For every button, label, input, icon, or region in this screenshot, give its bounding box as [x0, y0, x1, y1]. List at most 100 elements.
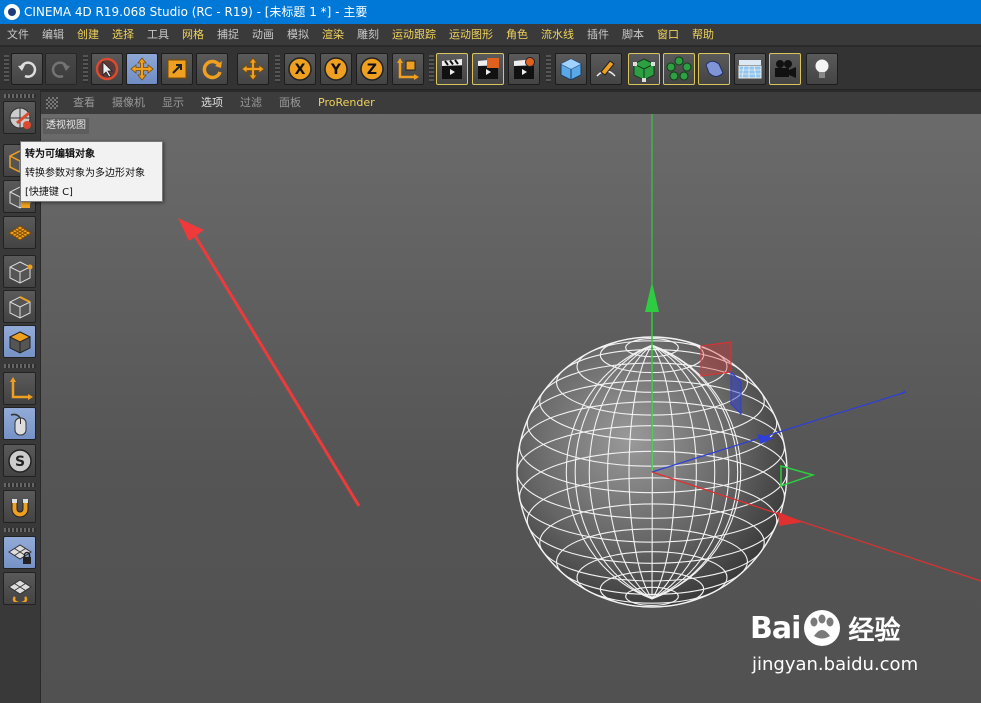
- rotate-tool-button[interactable]: [196, 53, 228, 85]
- planar-workplane-button[interactable]: [3, 572, 36, 605]
- menu-item[interactable]: 运动图形: [442, 24, 499, 46]
- world-coordinate-icon: [397, 58, 419, 80]
- title-bar: CINEMA 4D R19.068 Studio (RC - R19) - [未…: [0, 0, 981, 24]
- menu-item[interactable]: 工具: [140, 24, 175, 46]
- menu-item[interactable]: 窗口: [650, 24, 685, 46]
- render-view-button[interactable]: [436, 53, 468, 85]
- viewport-menu-item[interactable]: 选项: [192, 92, 231, 114]
- points-cube-icon: [9, 260, 32, 284]
- menu-item[interactable]: 运动跟踪: [385, 24, 442, 46]
- viewport-name-label[interactable]: 透视视图: [43, 118, 89, 134]
- menu-item[interactable]: 模拟: [280, 24, 315, 46]
- polygons-mode-button[interactable]: [3, 325, 36, 358]
- viewport-menu-item[interactable]: 显示: [153, 92, 192, 114]
- gizmo-y-handle[interactable]: [645, 282, 659, 312]
- floor-object-button[interactable]: [734, 53, 766, 85]
- menu-item[interactable]: 渲染: [315, 24, 350, 46]
- menu-item[interactable]: 角色: [499, 24, 534, 46]
- tooltip-shortcut: [快捷键 C]: [25, 187, 73, 198]
- edges-mode-button[interactable]: [3, 290, 36, 323]
- workplane-mode-button[interactable]: [3, 216, 36, 249]
- bend-deformer-icon: [705, 60, 724, 77]
- z-axis-lock-button[interactable]: Z: [356, 53, 388, 85]
- viewport-grip: [46, 97, 58, 109]
- watermark-brand-bai: Bai: [750, 610, 801, 646]
- menu-item[interactable]: 雕刻: [350, 24, 385, 46]
- live-selection-icon: [95, 57, 119, 81]
- toolbar-separator: [275, 55, 280, 83]
- camera-object-button[interactable]: [769, 53, 801, 85]
- z-axis-icon: Z: [360, 57, 384, 81]
- transform-icon: [241, 57, 265, 81]
- gizmo-x-handle[interactable]: [778, 512, 803, 526]
- baidu-jingyan-watermark: Bai 经验 jingyan.baidu.com: [750, 596, 981, 686]
- menu-item[interactable]: 文件: [0, 24, 35, 46]
- menu-item[interactable]: 选择: [105, 24, 140, 46]
- live-selection-button[interactable]: [91, 53, 123, 85]
- undo-button[interactable]: [11, 53, 43, 85]
- viewport-menu-bar: 查看 摄像机 显示 选项 过滤 面板 ProRender: [41, 92, 981, 114]
- gizmo-xy-plane[interactable]: [700, 341, 732, 377]
- snap-button[interactable]: [3, 490, 36, 523]
- viewport-menu-item[interactable]: ProRender: [309, 92, 383, 114]
- viewport-menu-item[interactable]: 面板: [270, 92, 309, 114]
- viewport-menu-item[interactable]: 过滤: [231, 92, 270, 114]
- y-axis-icon: Y: [324, 57, 348, 81]
- menu-item[interactable]: 插件: [580, 24, 615, 46]
- cube-object-button[interactable]: [555, 53, 587, 85]
- coordinate-system-button[interactable]: [392, 53, 424, 85]
- solo-mode-button[interactable]: S: [3, 444, 36, 477]
- tooltip-title: 转为可编辑对象: [25, 149, 95, 160]
- make-editable-button[interactable]: [3, 101, 36, 134]
- menu-item[interactable]: 动画: [245, 24, 280, 46]
- scale-icon: [167, 59, 187, 79]
- axis-corner-icon: [9, 376, 33, 400]
- light-object-button[interactable]: [806, 53, 838, 85]
- move-arrows-icon: [130, 57, 154, 81]
- menu-item[interactable]: 编辑: [35, 24, 70, 46]
- move-tool-button[interactable]: [126, 53, 158, 85]
- svg-text:S: S: [14, 454, 24, 470]
- y-axis-lock-button[interactable]: Y: [320, 53, 352, 85]
- locked-grid-icon: [7, 543, 32, 564]
- palette-separator: [4, 364, 36, 368]
- make-editable-icon: [9, 107, 31, 129]
- x-axis-lock-button[interactable]: X: [284, 53, 316, 85]
- viewport-menu-item[interactable]: 查看: [64, 92, 103, 114]
- menu-item[interactable]: 创建: [70, 24, 105, 46]
- menu-item[interactable]: 流水线: [534, 24, 580, 46]
- tooltip: 转为可编辑对象 转换参数对象为多边形对象 [快捷键 C]: [20, 141, 163, 202]
- x-axis-icon: X: [288, 57, 312, 81]
- mouse-icon: [10, 413, 26, 435]
- subdivision-surface-button[interactable]: [628, 53, 660, 85]
- bend-deformer-button[interactable]: [698, 53, 730, 85]
- light-bulb-icon: [814, 58, 830, 78]
- menu-item[interactable]: 帮助: [685, 24, 720, 46]
- y-axis-letter: Y: [330, 62, 342, 78]
- locked-workplane-button[interactable]: [3, 536, 36, 569]
- clapperboard-picture-icon: [478, 58, 499, 79]
- render-to-picture-viewer-button[interactable]: [472, 53, 504, 85]
- magnet-icon: [11, 498, 28, 517]
- solo-s-icon: S: [7, 448, 32, 473]
- pen-spline-button[interactable]: [590, 53, 622, 85]
- render-settings-button[interactable]: [508, 53, 540, 85]
- axis-mode-button[interactable]: [3, 372, 36, 405]
- viewport-menu-item[interactable]: 摄像机: [103, 92, 153, 114]
- clapperboard-icon: [442, 59, 462, 79]
- menu-item[interactable]: 捕捉: [210, 24, 245, 46]
- transform-tool-button[interactable]: [237, 53, 269, 85]
- tweak-mode-button[interactable]: [3, 407, 36, 440]
- paw-logo-icon: [804, 610, 841, 646]
- scale-tool-button[interactable]: [161, 53, 193, 85]
- points-mode-button[interactable]: [3, 255, 36, 288]
- redo-button[interactable]: [45, 53, 77, 85]
- watermark-url: jingyan.baidu.com: [752, 654, 919, 675]
- cinema4d-window: CINEMA 4D R19.068 Studio (RC - R19) - [未…: [0, 0, 981, 703]
- menu-item[interactable]: 网格: [175, 24, 210, 46]
- watermark-brand-jingyan: 经验: [848, 615, 901, 646]
- cloner-button[interactable]: [663, 53, 695, 85]
- toolbar-separator: [83, 55, 88, 83]
- window-title: CINEMA 4D R19.068 Studio (RC - R19) - [未…: [24, 5, 368, 19]
- menu-item[interactable]: 脚本: [615, 24, 650, 46]
